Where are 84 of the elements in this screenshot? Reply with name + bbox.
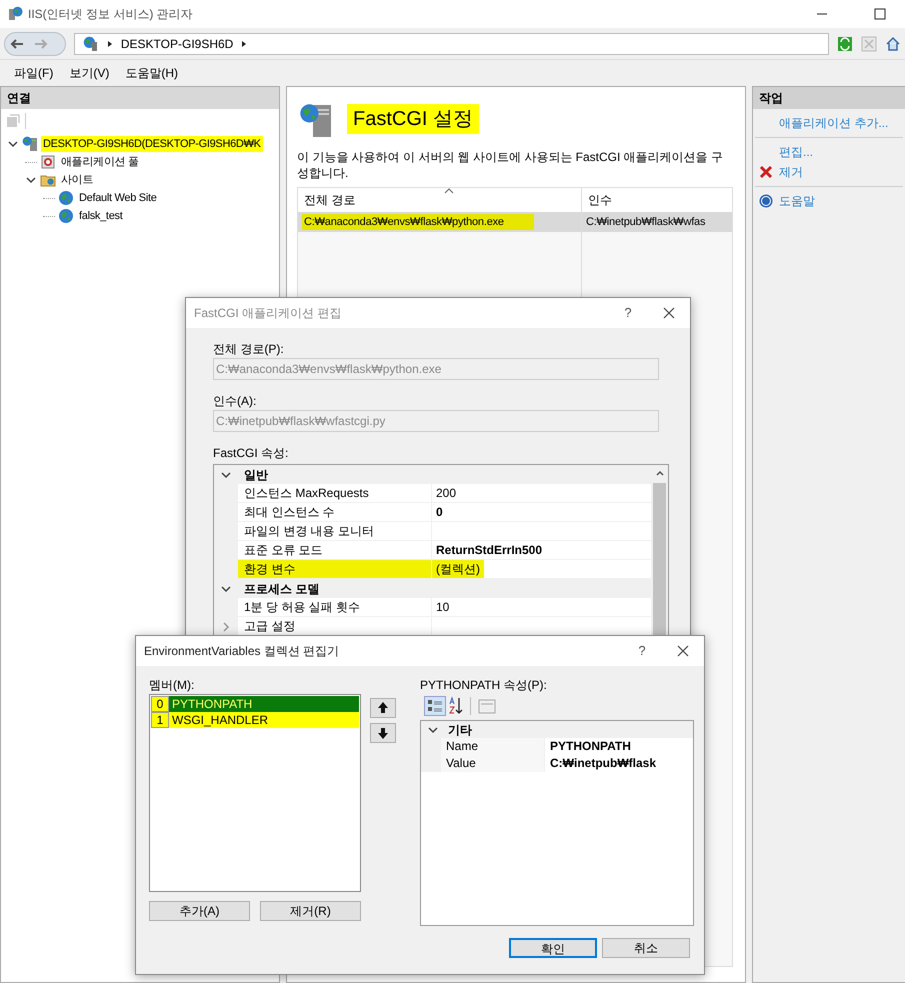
collapse-icon[interactable] — [25, 175, 37, 185]
tree-item[interactable]: Default Web Site — [77, 190, 159, 206]
action-link[interactable]: 애플리케이션 추가... — [779, 114, 888, 132]
globe-icon — [58, 208, 74, 224]
menu-item[interactable]: 파일(F) — [8, 64, 60, 82]
page-title: FastCGI 설정 — [347, 104, 480, 134]
collapse-icon[interactable] — [220, 470, 232, 480]
property-name[interactable]: Name — [441, 738, 545, 755]
home-icon[interactable] — [885, 36, 902, 52]
property-value[interactable]: C:₩inetpub₩flask — [545, 755, 693, 772]
action-link[interactable]: 제거 — [779, 163, 803, 181]
app-icon — [8, 6, 24, 22]
property-value-cell[interactable]: 200 — [432, 484, 651, 502]
breadcrumb-segment[interactable]: DESKTOP-GI9SH6D — [120, 34, 234, 52]
help-button[interactable]: ? — [622, 641, 662, 661]
sort-alphabetical-button[interactable] — [448, 696, 464, 716]
menu-item[interactable]: 도움말(H) — [119, 64, 184, 82]
add-button[interactable]: 추가(A) — [149, 901, 250, 921]
table-cell[interactable]: C:₩inetpub₩flask₩wfas — [582, 212, 732, 232]
close-icon[interactable] — [676, 644, 690, 658]
property-name[interactable]: 최대 인스턴스 수 — [238, 503, 432, 521]
navigation-buttons[interactable] — [4, 32, 66, 56]
refresh-icon[interactable] — [837, 36, 854, 52]
collapse-icon[interactable] — [220, 584, 232, 594]
breadcrumb-arrow-icon[interactable] — [106, 40, 113, 48]
dialog-title: FastCGI 애플리케이션 편집 — [194, 305, 342, 322]
property-name[interactable]: 고급 설정 — [238, 617, 432, 635]
tree-item[interactable]: 애플리케이션 풀 — [59, 154, 141, 170]
remove-button[interactable]: 제거(R) — [260, 901, 361, 921]
property-name[interactable]: Value — [441, 755, 545, 772]
move-up-button[interactable] — [370, 698, 396, 718]
action-link[interactable]: 도움말 — [779, 192, 815, 210]
menu-item[interactable]: 보기(V) — [63, 64, 116, 82]
field-label: 전체 경로(P): — [213, 341, 285, 358]
category-label: 기타 — [447, 722, 472, 738]
ok-button[interactable]: 확인 — [509, 938, 597, 958]
window-title: IIS(인터넷 정보 서비스) 관리자 — [28, 6, 193, 23]
help-icon — [759, 194, 773, 208]
property-value[interactable]: PYTHONPATH — [545, 738, 693, 755]
panel-header: 작업 — [753, 87, 905, 109]
tree-item[interactable]: 사이트 — [59, 172, 96, 188]
members-list[interactable]: 0 PYTHONPATH 1 WSGI_HANDLER — [149, 694, 361, 892]
globe-icon — [58, 190, 74, 206]
property-value-cell[interactable]: 0 — [432, 503, 651, 521]
close-icon — [759, 165, 773, 179]
table-cell[interactable]: C:₩anaconda3₩envs₩flask₩python.exe — [298, 212, 581, 232]
panel-header: 연결 — [1, 87, 279, 109]
server-icon — [82, 36, 99, 52]
categorized-view-button[interactable] — [424, 696, 446, 716]
application-pool-icon — [40, 154, 56, 170]
property-value-cell[interactable]: ReturnStdErrIn500 — [432, 541, 651, 559]
column-header[interactable]: 전체 경로 — [298, 188, 581, 212]
field-label: FastCGI 속성: — [213, 445, 290, 462]
column-header[interactable]: 인수 — [582, 188, 732, 212]
collapse-icon[interactable] — [427, 724, 439, 734]
move-down-button[interactable] — [370, 723, 396, 743]
property-name[interactable]: 표준 오류 모드 — [238, 541, 432, 559]
category-label: 프로세스 모델 — [243, 580, 320, 598]
property-name[interactable]: 파일의 변경 내용 모니터 — [238, 522, 432, 540]
property-value-cell[interactable] — [432, 617, 651, 635]
field-label: 인수(A): — [213, 393, 258, 410]
description-text: 이 기능을 사용하여 이 서버의 웹 사이트에 사용되는 FastCGI 애플리케이션을 구성합니다. — [297, 149, 724, 181]
field-label: 멤버(M): — [149, 677, 196, 694]
tree-item[interactable]: DESKTOP-GI9SH6D(DESKTOP-GI9SH6D₩K — [41, 136, 263, 152]
server-icon — [22, 136, 38, 152]
dialog-title: EnvironmentVariables 컬렉션 편집기 — [144, 643, 340, 660]
collapse-icon[interactable] — [7, 139, 19, 149]
property-name[interactable]: 1분 당 허용 실패 횟수 — [238, 598, 432, 616]
address-field[interactable]: DESKTOP-GI9SH6D — [74, 32, 830, 54]
property-value-cell[interactable]: 10 — [432, 598, 651, 616]
field-label: PYTHONPATH 속성(P): — [420, 677, 548, 694]
property-name[interactable]: 인스턴스 MaxRequests — [238, 484, 432, 502]
tree-item[interactable]: falsk_test — [77, 208, 124, 224]
breadcrumb-arrow-icon[interactable] — [241, 40, 248, 48]
action-link[interactable]: 편집... — [779, 143, 814, 161]
cancel-button[interactable]: 취소 — [602, 938, 690, 958]
expand-icon[interactable] — [221, 622, 231, 632]
property-name[interactable]: 환경 변수 — [238, 560, 432, 578]
sort-ascending-icon — [444, 188, 454, 194]
maximize-icon[interactable] — [873, 6, 887, 22]
property-value-cell[interactable]: (컬렉션) — [432, 560, 651, 578]
category-label: 일반 — [243, 466, 268, 484]
help-button[interactable]: ? — [608, 303, 648, 323]
close-icon[interactable] — [662, 306, 676, 320]
